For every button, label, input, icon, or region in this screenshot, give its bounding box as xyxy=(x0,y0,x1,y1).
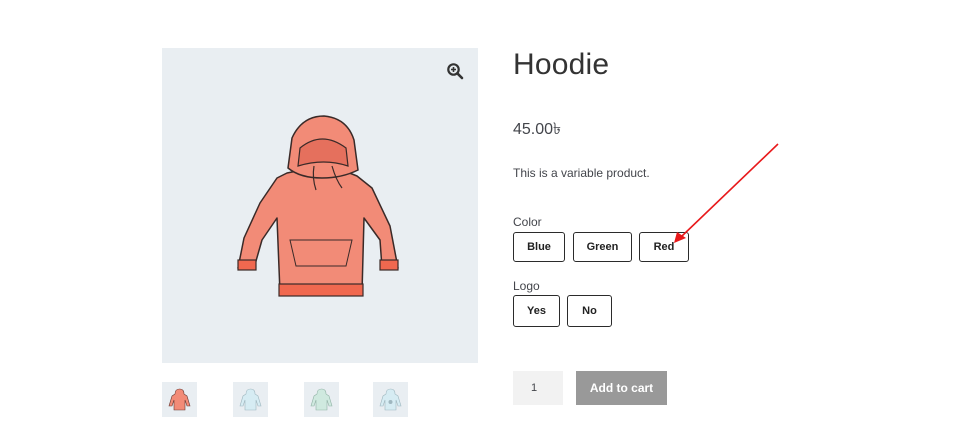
hoodie-red-icon xyxy=(168,388,191,411)
thumbnail-hoodie-blue-logo[interactable] xyxy=(373,382,408,417)
swatch-color-green[interactable]: Green xyxy=(573,232,632,262)
hoodie-image xyxy=(237,115,399,297)
thumbnail-hoodie-blue[interactable] xyxy=(233,382,268,417)
gallery-thumbnails xyxy=(162,382,482,422)
color-attribute-label: Color xyxy=(513,215,542,229)
swatch-color-red[interactable]: Red xyxy=(639,232,689,262)
product-price: 45.00৳ xyxy=(513,121,562,138)
quantity-input[interactable] xyxy=(513,371,563,405)
add-to-cart-button[interactable]: Add to cart xyxy=(576,371,667,405)
main-product-image[interactable] xyxy=(162,48,478,363)
product-description: This is a variable product. xyxy=(513,166,650,180)
zoom-in-icon[interactable] xyxy=(446,62,464,80)
annotation-arrow xyxy=(674,143,779,243)
hoodie-green-icon xyxy=(310,388,333,411)
logo-attribute-label: Logo xyxy=(513,279,540,293)
hoodie-blue-icon xyxy=(239,388,262,411)
swatch-logo-no[interactable]: No xyxy=(567,295,612,327)
thumbnail-hoodie-green[interactable] xyxy=(304,382,339,417)
product-title: Hoodie xyxy=(513,48,610,81)
swatch-color-blue[interactable]: Blue xyxy=(513,232,565,262)
swatch-logo-yes[interactable]: Yes xyxy=(513,295,560,327)
thumbnail-hoodie-red[interactable] xyxy=(162,382,197,417)
hoodie-blue-logo-icon xyxy=(379,388,402,411)
